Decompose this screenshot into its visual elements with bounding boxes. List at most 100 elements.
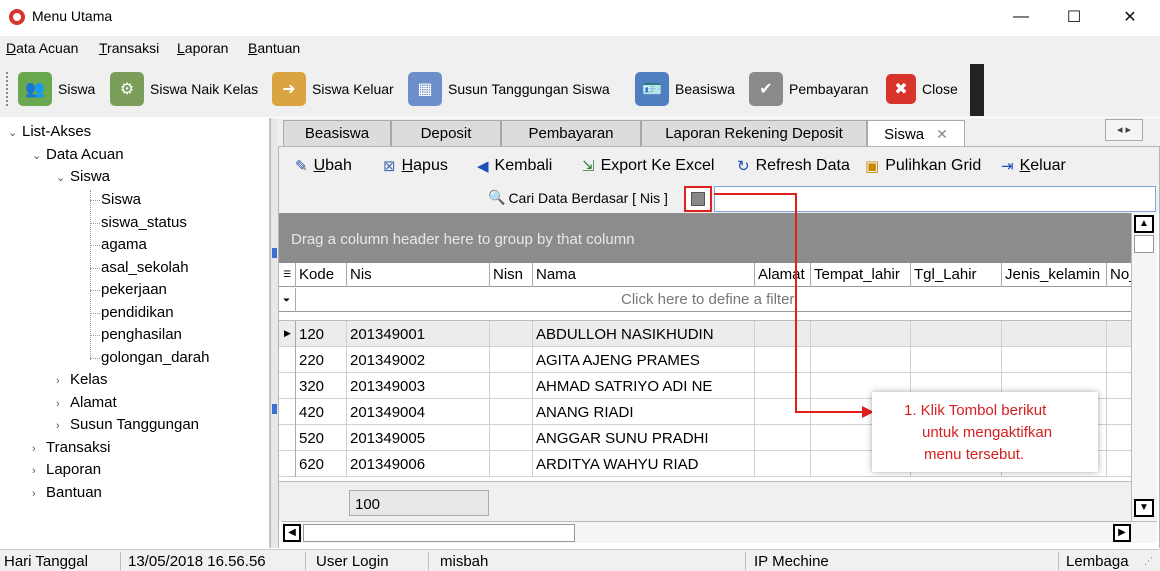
tab-laporan-rekening-deposit[interactable]: Laporan Rekening Deposit [641, 120, 867, 146]
refresh-data-button[interactable]: ↻ Refresh Data [737, 157, 850, 175]
chevron-right-icon[interactable]: › [56, 420, 70, 432]
column-header-tgl-lahir[interactable]: Tgl_Lahir [911, 263, 1002, 287]
scroll-down-icon[interactable]: ▼ [1134, 499, 1154, 517]
cell-nisn[interactable] [490, 321, 533, 347]
chevron-right-icon[interactable]: › [32, 465, 46, 477]
cell-kode[interactable]: 320 [296, 373, 347, 399]
tree-item-pekerjaan[interactable]: pekerjaan [101, 281, 167, 298]
table-row[interactable]: ▶ 120 201349001 ABDULLOH NASIKHUDIN [279, 321, 1131, 347]
toolbar-susun-tanggungan-button[interactable]: ▦ Susun Tanggungan Siswa [408, 70, 610, 108]
cell-alamat[interactable] [755, 425, 811, 451]
tree-data-acuan[interactable]: ⌄ Data Acuan [32, 146, 124, 163]
cell-kode[interactable]: 220 [296, 347, 347, 373]
cell-nis[interactable]: 201349001 [347, 321, 490, 347]
cell-nama[interactable]: ANGGAR SUNU PRADHI [533, 425, 755, 451]
cell-kode[interactable]: 620 [296, 451, 347, 477]
column-header-no[interactable]: No_ [1107, 263, 1131, 287]
cell-nama[interactable]: ANANG RIADI [533, 399, 755, 425]
horizontal-scrollbar[interactable]: ◀ ▶ [281, 521, 1157, 543]
chevron-right-icon[interactable]: › [56, 398, 70, 410]
keluar-button[interactable]: ⇥ Keluar [1001, 157, 1066, 175]
tab-siswa[interactable]: Siswa ✕ [867, 120, 965, 147]
filter-icon[interactable]: ⏷ [279, 288, 296, 312]
cell-alamat[interactable] [755, 347, 811, 373]
cell-jenis-kelamin[interactable] [1002, 347, 1107, 373]
filter-row[interactable]: ⏷ Click here to define a filter [279, 288, 1131, 312]
menu-laporan[interactable]: Laporan [177, 40, 228, 56]
tree-item-siswa[interactable]: Siswa [101, 191, 141, 208]
tree-susun-tanggungan[interactable]: › Susun Tanggungan [56, 416, 199, 433]
cell-nisn[interactable] [490, 425, 533, 451]
column-header-kode[interactable]: Kode [296, 263, 347, 287]
tab-beasiswa[interactable]: Beasiswa [283, 120, 391, 146]
tree-item-pendidikan[interactable]: pendidikan [101, 304, 174, 321]
pulihkan-grid-button[interactable]: ▣ Pulihkan Grid [865, 157, 981, 175]
ubah-button[interactable]: ✎ Ubah [295, 157, 352, 175]
chevron-right-icon[interactable]: › [32, 443, 46, 455]
toolbar-siswa-button[interactable]: 👥 Siswa [18, 70, 95, 108]
menu-data-acuan[interactable]: Data Acuan [6, 40, 78, 56]
cell-alamat[interactable] [755, 451, 811, 477]
cell-nisn[interactable] [490, 373, 533, 399]
minimize-button[interactable]: — [993, 0, 1049, 34]
cell-nama[interactable]: AGITA AJENG PRAMES [533, 347, 755, 373]
cell-alamat[interactable] [755, 321, 811, 347]
collapse-left-icon[interactable] [272, 404, 277, 414]
search-activate-button[interactable] [684, 186, 712, 212]
column-header-jenis-kelamin[interactable]: Jenis_kelamin [1002, 263, 1107, 287]
vertical-scrollbar[interactable]: ▲ ▼ [1131, 213, 1157, 521]
cell-kode[interactable]: 420 [296, 399, 347, 425]
scroll-left-icon[interactable]: ◀ [283, 524, 301, 542]
cell-tgl-lahir[interactable] [911, 347, 1002, 373]
toolbar-overflow-icon[interactable] [970, 64, 984, 116]
toolbar-siswa-naik-kelas-button[interactable]: ⚙ Siswa Naik Kelas [110, 70, 258, 108]
cell-kode[interactable]: 120 [296, 321, 347, 347]
hapus-button[interactable]: ⊠ Hapus [383, 157, 448, 175]
close-icon[interactable]: ✕ [936, 126, 948, 143]
resize-grip-icon[interactable]: ⋰ [1144, 556, 1153, 567]
menu-bantuan[interactable]: Bantuan [248, 40, 300, 56]
tab-scroll-arrows-icon[interactable]: ◂ ▸ [1105, 119, 1143, 141]
close-window-button[interactable]: ✕ [1102, 0, 1158, 34]
column-header-nis[interactable]: Nis [347, 263, 490, 287]
scroll-up-icon[interactable]: ▲ [1134, 215, 1154, 233]
cell-tempat-lahir[interactable] [811, 347, 911, 373]
tree-transaksi[interactable]: › Transaksi [32, 439, 110, 456]
table-row[interactable]: 220 201349002 AGITA AJENG PRAMES [279, 347, 1131, 373]
collapse-left-icon[interactable] [272, 248, 277, 258]
chevron-down-icon[interactable]: ⌄ [8, 126, 22, 139]
group-by-panel[interactable]: Drag a column header here to group by th… [279, 213, 1131, 263]
menu-transaksi[interactable]: Transaksi [99, 40, 159, 56]
cell-nis[interactable]: 201349004 [347, 399, 490, 425]
toolbar-pembayaran-button[interactable]: ✔ Pembayaran [749, 70, 868, 108]
cell-jenis-kelamin[interactable] [1002, 321, 1107, 347]
panel-splitter[interactable] [270, 118, 278, 548]
scroll-thumb[interactable] [303, 524, 575, 542]
cell-tgl-lahir[interactable] [911, 321, 1002, 347]
tree-bantuan[interactable]: › Bantuan [32, 484, 102, 501]
cell-nama[interactable]: ABDULLOH NASIKHUDIN [533, 321, 755, 347]
tree-laporan[interactable]: › Laporan [32, 461, 101, 478]
tree-item-golongan-darah[interactable]: golongan_darah [101, 349, 209, 366]
column-chooser-icon[interactable]: ☰ [279, 263, 296, 287]
export-excel-button[interactable]: ⇲ Export Ke Excel [582, 157, 714, 175]
tab-deposit[interactable]: Deposit [391, 120, 501, 146]
toolbar-siswa-keluar-button[interactable]: ➜ Siswa Keluar [272, 70, 394, 108]
chevron-right-icon[interactable]: › [32, 488, 46, 500]
tree-item-siswa-status[interactable]: siswa_status [101, 214, 187, 231]
kembali-button[interactable]: ◀ Kembali [477, 157, 552, 175]
tree-kelas[interactable]: › Kelas [56, 371, 108, 388]
cell-nis[interactable]: 201349006 [347, 451, 490, 477]
scroll-thumb[interactable] [1134, 235, 1154, 253]
cell-nis[interactable]: 201349002 [347, 347, 490, 373]
cell-nama[interactable]: ARDITYA WAHYU RIAD [533, 451, 755, 477]
cell-nis[interactable]: 201349003 [347, 373, 490, 399]
tree-item-agama[interactable]: agama [101, 236, 147, 253]
chevron-down-icon[interactable]: ⌄ [32, 149, 46, 162]
cell-nisn[interactable] [490, 451, 533, 477]
cell-nisn[interactable] [490, 347, 533, 373]
cell-nisn[interactable] [490, 399, 533, 425]
tree-item-penghasilan[interactable]: penghasilan [101, 326, 182, 343]
cell-nis[interactable]: 201349005 [347, 425, 490, 451]
tree-siswa[interactable]: ⌄ Siswa [56, 168, 110, 185]
